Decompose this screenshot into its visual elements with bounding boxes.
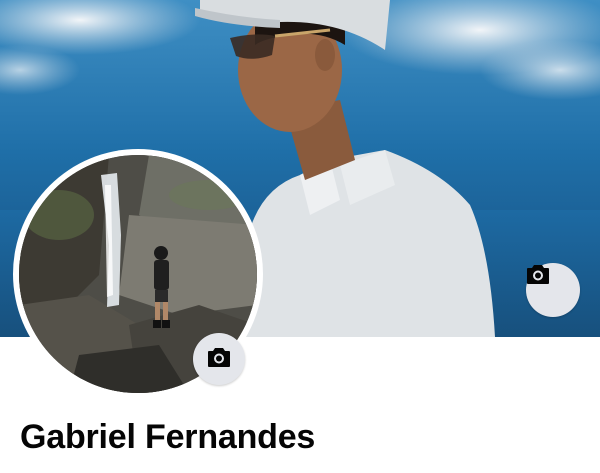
camera-icon [207, 346, 231, 373]
profile-name: Gabriel Fernandes [20, 418, 316, 456]
edit-profile-picture-button[interactable] [193, 333, 245, 385]
edit-cover-photo-button[interactable] [526, 263, 580, 317]
